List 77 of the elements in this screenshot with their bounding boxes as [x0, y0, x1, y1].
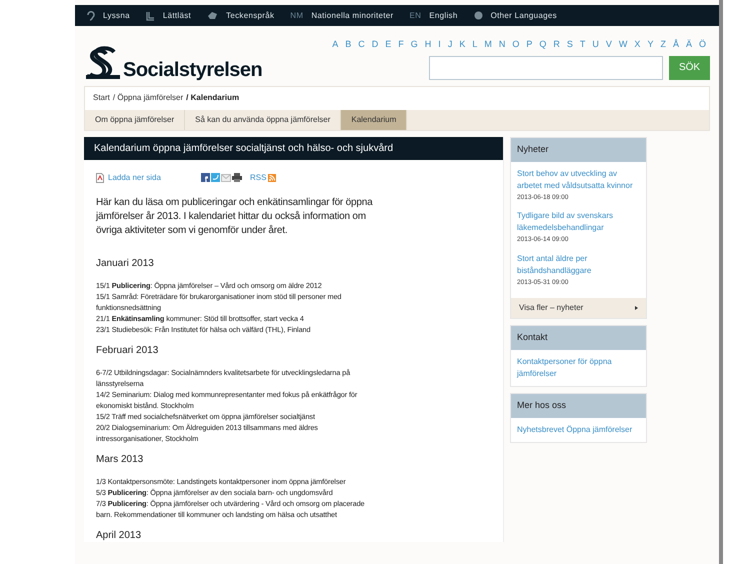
sidebar-heading: Kontakt	[511, 326, 646, 350]
intro-paragraph: Här kan du läsa om publiceringar och enkätinsamlingar för öppna jämförelser år 2013. I kalendariet hittar du också information om övriga aktiviteter som vi genomför under året.	[96, 196, 374, 238]
alphabet-link[interactable]: Ö	[698, 38, 707, 52]
breadcrumb-link[interactable]: / Kalendarium	[186, 92, 240, 104]
alphabet-link[interactable]: O	[511, 38, 520, 52]
month-heading: Februari 2013	[96, 344, 160, 356]
alphabet-link[interactable]: F	[397, 38, 405, 52]
news-link[interactable]: Tydligare bild av svenskars läkemedelsbehandlingar	[517, 210, 640, 234]
news-link[interactable]: Stort behov av utveckling av arbetet med våldsutsatta kvinnor	[517, 168, 640, 192]
alphabet-link[interactable]: C	[357, 38, 366, 52]
link-label: English	[429, 10, 458, 22]
alphabet-link[interactable]: L	[471, 38, 478, 52]
breadcrumb-link[interactable]: / Öppna jämförelser	[112, 92, 184, 104]
news-link[interactable]: Nyhetsbrevet Öppna jämförelser	[517, 424, 640, 436]
alphabet-link[interactable]: D	[370, 38, 380, 52]
news-link[interactable]: Stort antal äldre per biståndshandläggare	[517, 253, 640, 277]
alphabet-link[interactable]: B	[344, 38, 352, 52]
top-link[interactable]: NM Nationella minoriteter	[290, 10, 394, 22]
link-label: Lättläst	[162, 10, 192, 22]
alphabet-link[interactable]: T	[578, 38, 586, 52]
month-heading: Januari 2013	[96, 258, 155, 270]
search-field[interactable]	[429, 56, 663, 80]
language-code: EN	[410, 10, 422, 22]
alphabet-link[interactable]: Ä	[684, 38, 693, 52]
link-label: Other Languages	[490, 10, 557, 22]
logo-emblem-icon	[84, 46, 122, 80]
search-button[interactable]: SÖK	[669, 56, 710, 80]
arrow-right-icon	[635, 306, 638, 310]
alphabet-link[interactable]: N	[498, 38, 506, 52]
pdf-icon	[96, 172, 104, 182]
top-link[interactable]: Lättläst	[146, 10, 192, 22]
book-icon	[146, 10, 155, 20]
facebook-icon[interactable]	[201, 173, 210, 182]
alphabet-link[interactable]: U	[591, 38, 600, 52]
sidebar-heading: Nyheter	[511, 138, 646, 162]
alphabet-link[interactable]: W	[618, 38, 628, 52]
month-heading: April 2013	[96, 530, 142, 542]
alphabet-link[interactable]: V	[604, 38, 613, 52]
print-icon[interactable]	[232, 173, 242, 182]
alphabet-link[interactable]: H	[424, 38, 432, 52]
alphabet-link[interactable]: I	[437, 38, 442, 52]
alphabet-link[interactable]: Q	[538, 38, 548, 52]
breadcrumb-link[interactable]: Start	[93, 92, 110, 104]
link-label: Nationella minoriteter	[311, 10, 394, 22]
news-link[interactable]: Kontaktpersoner för öppna jämförelser	[517, 356, 640, 380]
ear-icon	[87, 10, 95, 20]
alphabet-link[interactable]: Y	[646, 38, 654, 52]
alphabet-link[interactable]: S	[566, 38, 574, 52]
nav-tab[interactable]: Om öppna jämförelser	[85, 110, 186, 130]
top-link[interactable]: Other Languages	[474, 10, 557, 22]
alphabet-link[interactable]: X	[633, 38, 642, 52]
link-label: Teckenspråk	[226, 10, 274, 22]
more-news-link[interactable]: Visa fler – nyheter	[511, 298, 646, 318]
download-link[interactable]: Ladda ner sida	[108, 172, 161, 184]
alphabet-link[interactable]: R	[552, 38, 561, 52]
top-link[interactable]: Teckenspråk	[207, 10, 274, 22]
language-code: NM	[290, 10, 304, 22]
alphabet-link[interactable]: E	[384, 38, 392, 52]
more-label: Visa fler – nyheter	[519, 302, 584, 314]
alphabet-link[interactable]: Å	[672, 38, 680, 52]
alphabet-link[interactable]: J	[446, 38, 454, 52]
logo-text: Socialstyrelsen	[123, 60, 262, 80]
top-link[interactable]: EN English	[410, 10, 458, 22]
sidebar-heading: Mer hos oss	[511, 394, 646, 418]
alphabet-link[interactable]: P	[525, 38, 534, 52]
alphabet-link[interactable]: K	[458, 38, 466, 52]
rss-icon[interactable]	[268, 174, 276, 182]
alphabet-link[interactable]: M	[483, 38, 493, 52]
alphabet-link[interactable]: Z	[659, 38, 667, 52]
page-title: Kalendarium öppna jämförelser socialtjänst och hälso- och sjukvård	[84, 136, 503, 160]
alphabet-link[interactable]: G	[410, 38, 419, 52]
rss-link[interactable]: RSS	[250, 172, 266, 184]
link-label: Lyssna	[103, 10, 130, 22]
nav-tab[interactable]: Kalendarium	[341, 110, 408, 130]
month-heading: Mars 2013	[96, 454, 144, 466]
alphabet-link[interactable]: A	[331, 38, 340, 52]
top-link[interactable]: Lyssna	[87, 10, 130, 22]
